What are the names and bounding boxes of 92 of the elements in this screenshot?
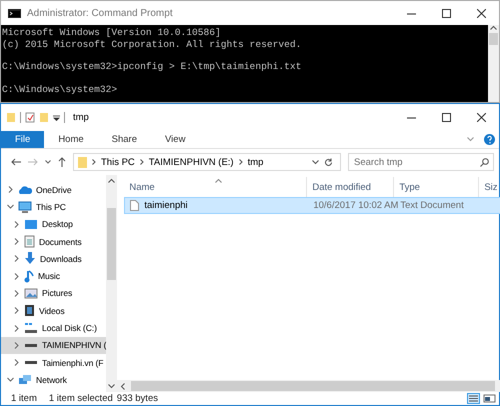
nav-pane-item[interactable]: Documents [1,232,106,250]
selection-info: 1 item selected [48,393,113,404]
window-title: tmp [73,112,90,123]
nav-pane-item[interactable]: Music [1,267,106,285]
nav-pane-item[interactable]: Videos [1,302,106,320]
forward-arrow-icon [28,158,38,166]
back-arrow-icon [11,158,21,166]
scroll-left-icon [120,382,126,390]
console-line: C:\Windows\system32> [2,84,118,95]
nav-pane-item[interactable]: TAIMIENPHIVN ( [1,336,106,354]
chevron-down-icon [45,160,51,164]
nav-pane-item[interactable]: This PC [1,198,106,216]
breadcrumb-item[interactable]: This PC [101,156,135,168]
disk-drive-icon [24,322,38,334]
scroll-thumb[interactable] [489,33,498,45]
computer-icon [18,200,32,213]
console-line: C:\Windows\system32>ipconfig > E:\tmp\taimienphi.txt [2,61,302,72]
chevron-down-icon[interactable] [7,376,14,384]
nav-pane-item[interactable]: Taimienphi.vn (F [1,354,106,372]
sort-caret-icon [215,179,222,183]
new-folder-icon [39,112,49,123]
console-line: (c) 2015 Microsoft Corporation. All rights reserved. [2,38,302,50]
search-icon [480,158,489,166]
desktop-icon [24,218,38,230]
console-line: Microsoft Windows [Version 10.0.10586] [2,27,222,38]
music-note-icon [24,270,34,283]
picture-icon [24,288,38,299]
chevron-right-icon[interactable] [13,307,20,314]
scrollbar[interactable] [117,380,500,392]
maximize-icon [442,113,451,122]
maximize-icon [442,8,451,18]
close-icon [477,8,486,18]
chevron-right-icon[interactable] [13,238,20,246]
console-icon [8,8,21,18]
chevron-down-icon[interactable] [7,203,14,210]
chevron-right-icon[interactable] [7,186,14,194]
chevron-right-icon[interactable] [13,324,20,332]
refresh-icon [324,158,333,166]
address-bar[interactable]: This PC TAIMIENPHIVN (E:) tmp [73,153,341,171]
down-arrow-icon [24,252,36,266]
network-icon [18,374,32,386]
breadcrumb-item[interactable]: tmp [248,156,264,168]
chevron-right-icon[interactable] [13,272,20,280]
details-view-icon [467,393,480,404]
scroll-up-icon [108,178,116,183]
item-count: 1 item [11,393,37,404]
date-cell-text: 10/6/2017 10:02 AM [312,200,396,211]
scroll-thumb[interactable] [107,208,116,280]
chevron-right-icon [92,159,96,165]
chevron-right-icon[interactable] [13,290,20,297]
chevron-right-icon [140,159,144,165]
help-icon [484,134,495,145]
text-file-icon [130,200,140,211]
scroll-down-icon [108,384,116,389]
ribbon-tab[interactable]: Share [98,131,152,148]
nav-pane-item[interactable]: Downloads [1,250,106,268]
film-icon [24,304,35,318]
file-row[interactable]: taimienphi 10/6/2017 10:02 AM Text Document [124,197,500,214]
nav-pane-item[interactable]: OneDrive [1,181,106,198]
properties-icon [25,112,35,123]
ribbon-tab[interactable]: View [151,131,200,148]
document-icon [24,235,35,248]
breadcrumb-item[interactable]: TAIMIENPHIVN (E:) [148,156,234,168]
nav-pane-item[interactable]: Desktop [1,216,106,233]
folder-icon [6,112,16,123]
chevron-right-icon[interactable] [13,220,20,228]
file-name: taimienphi [144,200,188,211]
ribbon-tab[interactable]: Home [44,131,98,148]
search-field[interactable]: Search tmp [348,153,494,171]
chevron-right-icon[interactable] [13,359,20,366]
up-arrow-icon [58,157,66,167]
scroll-up-icon [490,25,497,30]
ribbon-tab[interactable]: File [1,131,44,148]
chevron-down-icon [312,160,319,164]
drive-icon [24,342,38,348]
nav-pane-item[interactable]: Network [1,371,106,389]
drive-icon [24,360,38,366]
chevron-down-icon [467,137,474,142]
folder-icon [78,156,87,168]
close-icon [477,113,486,122]
nav-pane-item[interactable]: Pictures [1,284,106,302]
window-title: Administrator: Command Prompt [27,8,174,18]
cloud-icon [18,185,32,194]
chevron-right-icon [238,159,243,165]
scrollbar[interactable] [488,25,499,102]
type-cell-text: Text Document [399,200,465,211]
selection-size: 933 bytes [116,393,158,404]
chevron-right-icon[interactable] [13,255,20,262]
dropdown-icon [53,114,60,120]
chevron-right-icon[interactable] [13,342,20,349]
scrollbar[interactable] [106,175,118,392]
nav-pane-item[interactable]: Local Disk (C:) [1,319,106,337]
